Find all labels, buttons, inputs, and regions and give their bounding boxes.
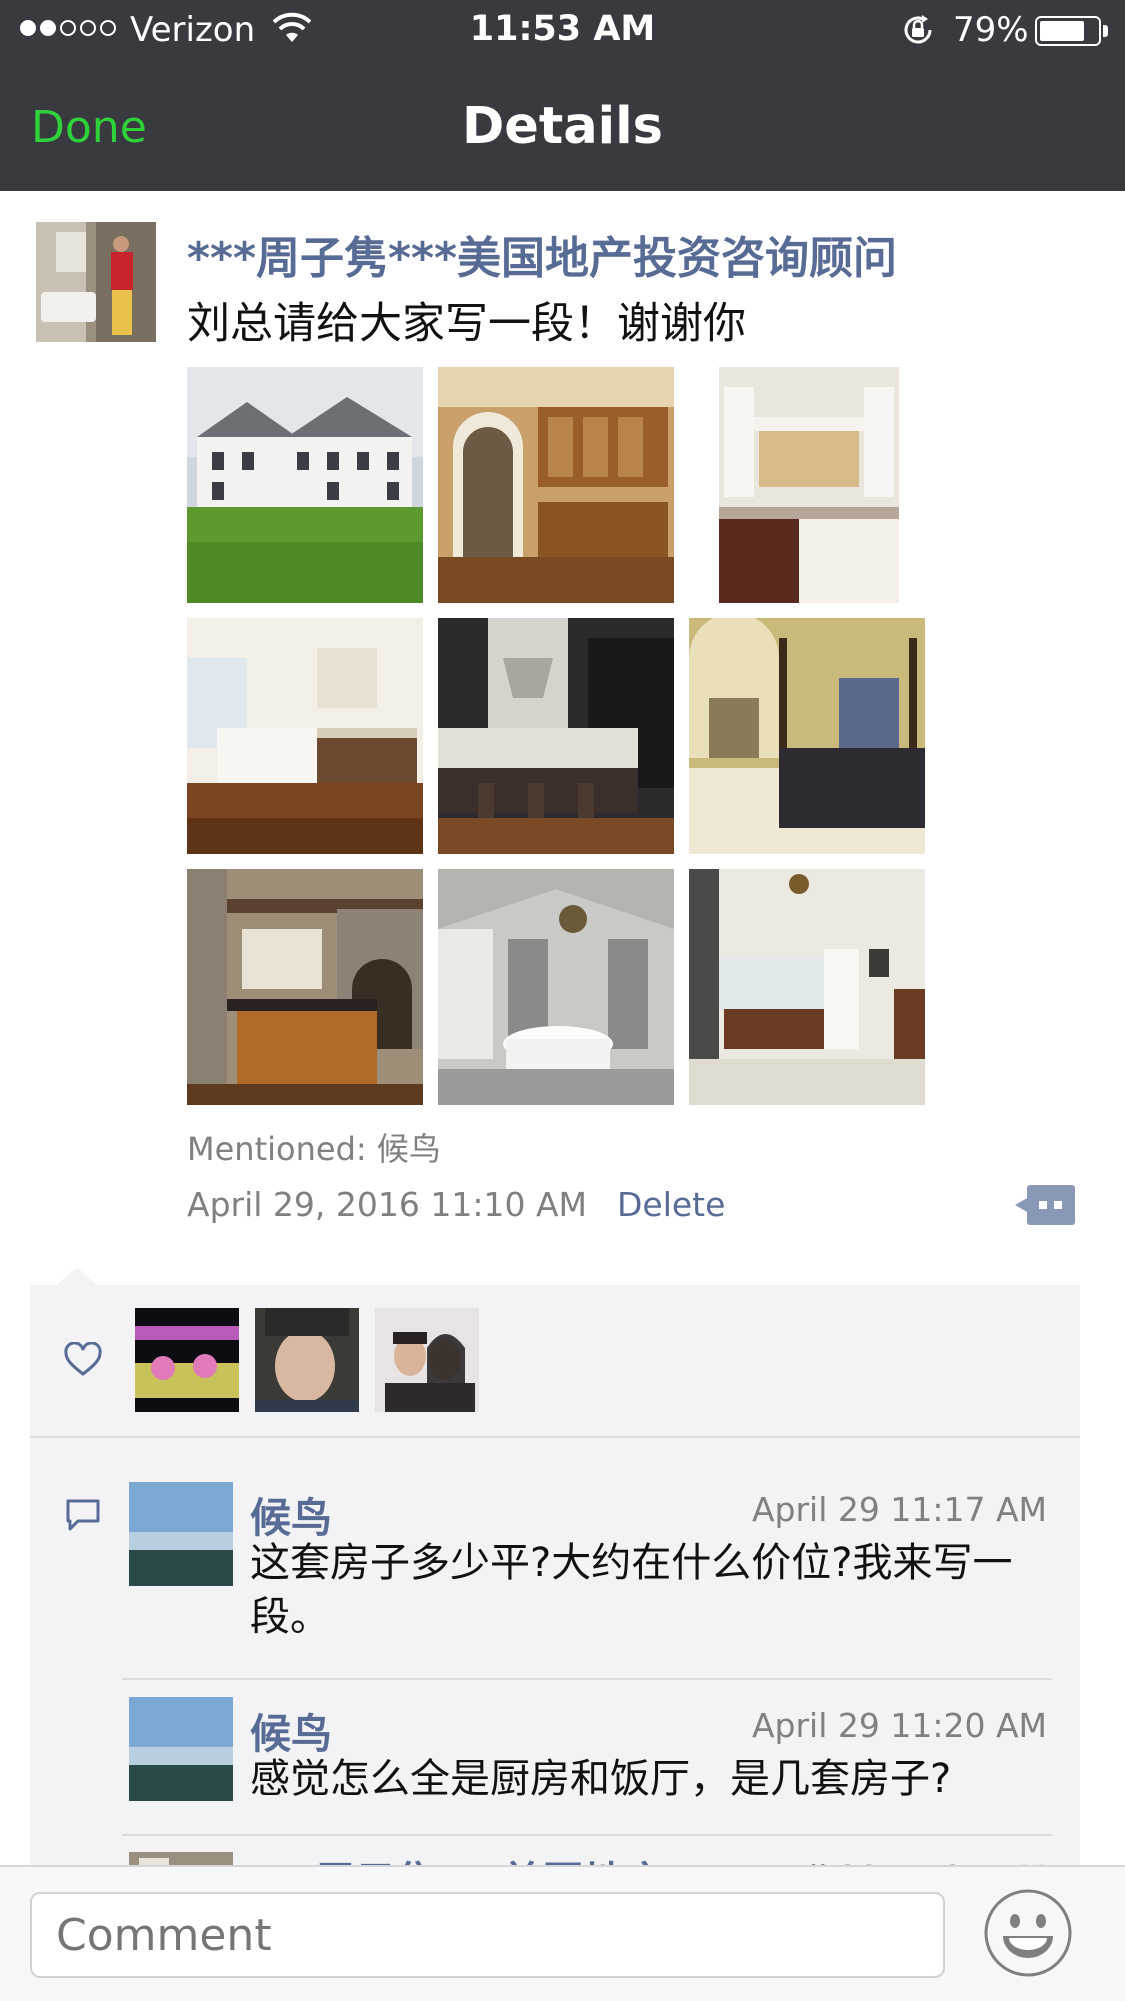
post-photo[interactable] <box>187 618 423 854</box>
comment-input[interactable] <box>30 1892 945 1978</box>
liker-avatar[interactable] <box>255 1308 359 1412</box>
post-photo[interactable] <box>689 367 925 603</box>
post-photo[interactable] <box>689 869 925 1105</box>
post-photo[interactable] <box>187 367 423 603</box>
battery-percent: 79% <box>953 10 1029 50</box>
comment-time: April 29 11:17 AM <box>751 1490 1047 1529</box>
post-photo[interactable] <box>438 367 674 603</box>
post-author-name[interactable]: ***周子隽***美国地产投资咨询顾问 <box>187 222 897 286</box>
commenter-avatar[interactable] <box>129 1482 233 1586</box>
post-photo[interactable] <box>689 618 925 854</box>
commenter-name[interactable]: 候鸟 <box>250 1484 332 1544</box>
comment-more-icon[interactable] <box>1015 1185 1075 1225</box>
post-photo[interactable] <box>438 618 674 854</box>
battery-icon <box>1035 16 1101 46</box>
commenter-avatar[interactable] <box>129 1697 233 1801</box>
panel-pointer <box>57 1267 97 1285</box>
top-bar: Verizon 11:53 AM 79% Done Details <box>0 0 1125 191</box>
post-timestamp: April 29, 2016 11:10 AM <box>187 1185 587 1224</box>
delete-button[interactable]: Delete <box>617 1185 725 1224</box>
heart-icon <box>64 1342 102 1376</box>
battery-level <box>1040 21 1084 41</box>
comment-text: 这套房子多少平?大约在什么价位?我来写一段。 <box>250 1540 1013 1640</box>
comment-time: April 29 11:20 AM <box>751 1706 1047 1745</box>
comment-icon <box>66 1499 100 1531</box>
rotation-lock-icon <box>904 15 932 44</box>
post-photo[interactable] <box>438 869 674 1105</box>
post-photo[interactable] <box>187 869 423 1105</box>
post-text: 刘总请给大家写一段！谢谢你 <box>187 299 746 349</box>
commenter-name[interactable]: 候鸟 <box>250 1700 332 1760</box>
liker-avatar[interactable] <box>135 1308 239 1412</box>
likes-divider <box>30 1436 1080 1438</box>
mentioned-users: Mentioned: 候鸟 <box>187 1130 441 1168</box>
emoji-icon[interactable] <box>983 1888 1073 1978</box>
battery-tip <box>1103 25 1108 37</box>
liker-avatar[interactable] <box>375 1308 479 1412</box>
comment-text: 感觉怎么全是厨房和饭厅，是几套房子? <box>250 1756 952 1802</box>
status-bar: Verizon 11:53 AM 79% <box>0 0 1125 62</box>
comment-divider <box>122 1678 1052 1680</box>
comment-divider <box>122 1834 1052 1836</box>
page-title: Details <box>461 97 664 156</box>
author-avatar[interactable] <box>36 222 156 342</box>
